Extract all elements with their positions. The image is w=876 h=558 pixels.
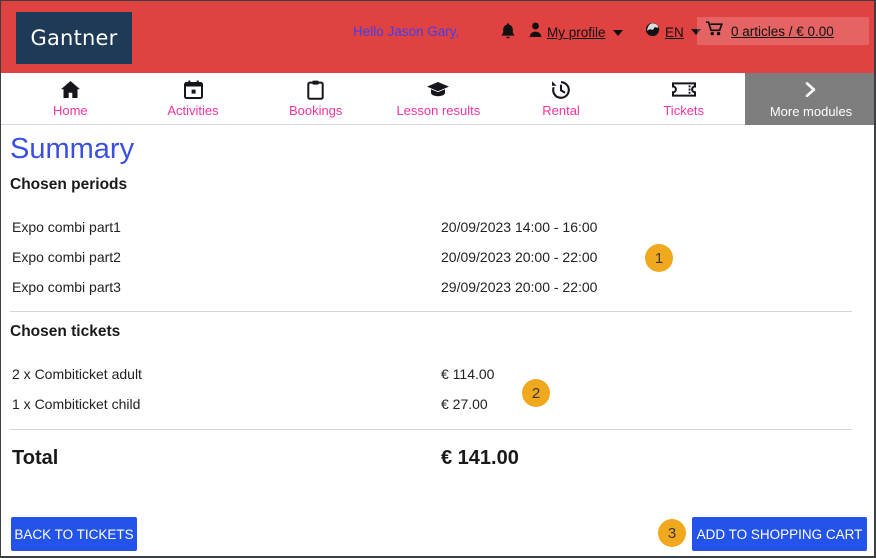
nav-item-lesson-results[interactable]: Lesson results xyxy=(377,73,500,124)
ticket-name: 1 x Combiticket child xyxy=(12,396,141,412)
step-badge-2: 2 xyxy=(522,379,550,407)
table-row: 1 x Combiticket child € 27.00 xyxy=(1,396,859,426)
home-icon xyxy=(60,79,81,100)
browser-page: Gantner Hello Jason Gary, My profile EN … xyxy=(0,0,876,558)
shopping-cart-icon xyxy=(706,21,724,41)
nav-item-rental[interactable]: Rental xyxy=(500,73,623,124)
graduation-cap-icon xyxy=(426,79,450,100)
more-modules-label: More modules xyxy=(769,104,853,119)
person-icon xyxy=(529,22,542,43)
nav-label-bookings: Bookings xyxy=(288,103,343,118)
ticket-price: € 27.00 xyxy=(441,396,488,412)
period-datetime: 20/09/2023 14:00 - 16:00 xyxy=(441,219,598,235)
greeting-text: Hello Jason Gary, xyxy=(353,24,460,39)
ticket-icon xyxy=(671,79,696,100)
period-datetime: 20/09/2023 20:00 - 22:00 xyxy=(441,249,598,265)
period-datetime: 29/09/2023 20:00 - 22:00 xyxy=(441,279,598,295)
step-badge-1: 1 xyxy=(645,244,673,272)
chosen-tickets-heading: Chosen tickets xyxy=(10,323,121,340)
section-divider xyxy=(10,429,852,430)
chosen-periods-heading: Chosen periods xyxy=(10,176,128,193)
gantner-logo[interactable]: Gantner xyxy=(16,12,132,64)
period-name: Expo combi part1 xyxy=(12,219,121,235)
cart-summary-label: 0 articles / € 0.00 xyxy=(731,23,834,39)
chevron-right-icon xyxy=(803,79,820,100)
table-row: Expo combi part2 20/09/2023 20:00 - 22:0… xyxy=(1,249,859,279)
nav-label-tickets: Tickets xyxy=(663,103,705,118)
globe-icon xyxy=(645,22,660,42)
my-profile-menu[interactable]: My profile xyxy=(529,22,623,43)
language-label: EN xyxy=(665,24,684,40)
ticket-price: € 114.00 xyxy=(441,366,495,382)
nav-label-activities: Activities xyxy=(167,103,219,118)
total-value: € 141.00 xyxy=(441,447,519,469)
shopping-cart-summary[interactable]: 0 articles / € 0.00 xyxy=(697,17,869,45)
calendar-icon xyxy=(183,79,203,100)
nav-item-activities[interactable]: Activities xyxy=(132,73,255,124)
ticket-name: 2 x Combiticket adult xyxy=(12,366,142,382)
table-row: Expo combi part1 20/09/2023 14:00 - 16:0… xyxy=(1,219,859,249)
chevron-down-icon xyxy=(612,29,623,36)
bell-icon[interactable] xyxy=(500,22,516,40)
nav-label-rental: Rental xyxy=(542,103,580,118)
nav-item-tickets[interactable]: Tickets xyxy=(622,73,745,124)
nav-item-home[interactable]: Home xyxy=(9,73,132,124)
clipboard-icon xyxy=(307,79,324,100)
more-modules-button[interactable]: More modules xyxy=(745,73,874,125)
page-title: Summary xyxy=(10,133,135,165)
total-label: Total xyxy=(12,447,59,469)
total-row: Total € 141.00 xyxy=(1,447,859,481)
my-profile-label: My profile xyxy=(547,25,606,40)
period-name: Expo combi part3 xyxy=(12,279,121,295)
nav-label-lesson-results: Lesson results xyxy=(396,103,481,118)
back-to-tickets-button[interactable]: BACK TO TICKETS xyxy=(11,517,137,551)
top-header-bar: Gantner Hello Jason Gary, My profile EN … xyxy=(1,1,874,73)
table-row: 2 x Combiticket adult € 114.00 xyxy=(1,366,859,396)
nav-label-home: Home xyxy=(52,103,88,118)
language-selector[interactable]: EN xyxy=(645,22,701,42)
add-to-shopping-cart-button[interactable]: ADD TO SHOPPING CART xyxy=(692,517,867,551)
logo-text: Gantner xyxy=(30,26,118,50)
nav-item-bookings[interactable]: Bookings xyxy=(254,73,377,124)
step-badge-3: 3 xyxy=(658,519,686,547)
summary-content: Summary Chosen periods Expo combi part1 … xyxy=(1,125,859,556)
table-row: Expo combi part3 29/09/2023 20:00 - 22:0… xyxy=(1,279,859,309)
nav-items-group: Home Activities Bookings Lesson results … xyxy=(9,73,745,124)
period-name: Expo combi part2 xyxy=(12,249,121,265)
section-divider xyxy=(10,311,852,312)
clock-history-icon xyxy=(551,79,571,100)
